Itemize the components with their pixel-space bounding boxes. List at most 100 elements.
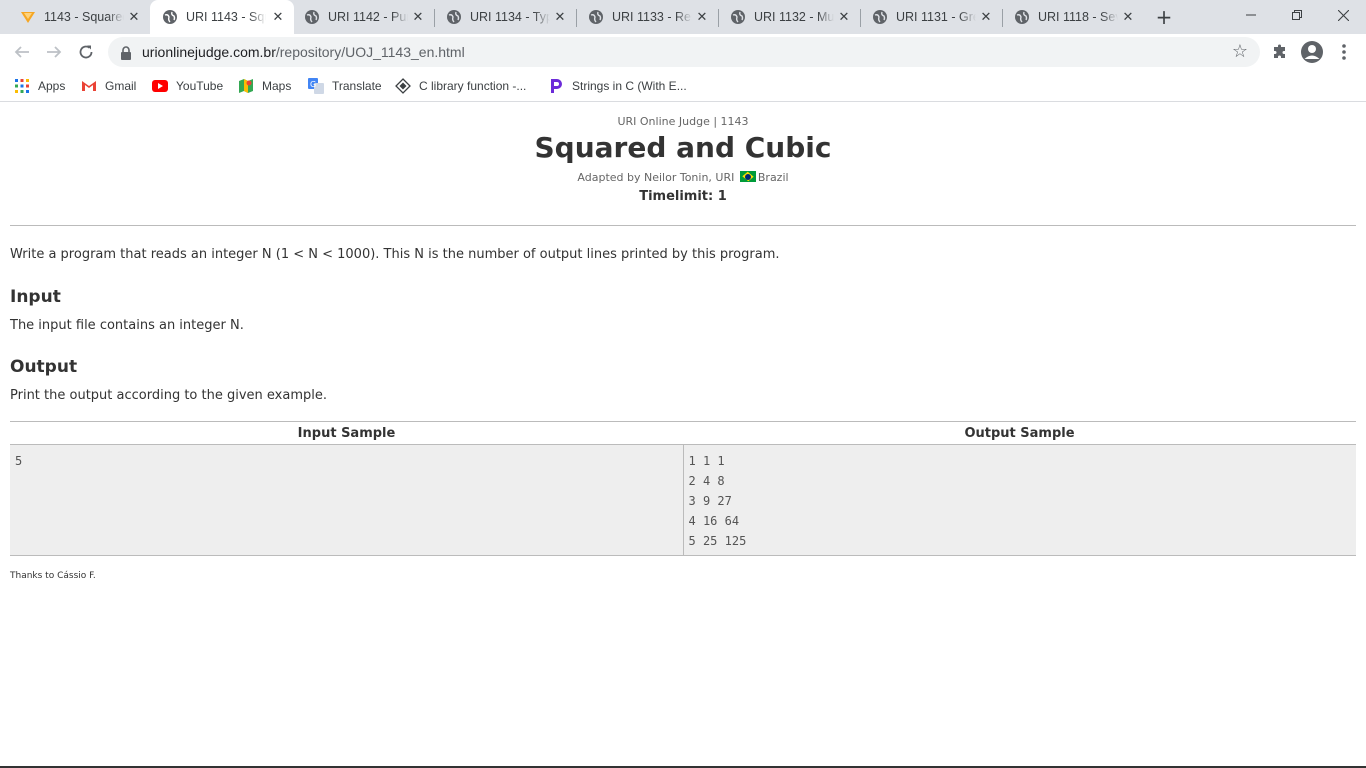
sample-table: Input Sample Output Sample 5 1 1 1 2 4 8… — [10, 421, 1356, 556]
tab-uri-1131[interactable]: URI 1131 - Gre ✕ — [860, 0, 1002, 34]
tab-uri-1118[interactable]: URI 1118 - Sev ✕ — [1002, 0, 1144, 34]
author-line: Adapted by Neilor Tonin, URI Brazil — [0, 171, 1366, 184]
arrow-left-icon — [14, 46, 29, 58]
globe-icon — [872, 9, 888, 25]
more-vert-icon — [1342, 44, 1346, 60]
tab-uri-1134[interactable]: URI 1134 - Typ ✕ — [434, 0, 576, 34]
tab-title: URI 1131 - Gre — [896, 10, 976, 24]
translate-icon: G — [308, 78, 324, 94]
bookmark-gmail[interactable]: Gmail — [81, 76, 136, 96]
tab-title: URI 1132 - Mu — [754, 10, 834, 24]
bookmark-label: Translate — [332, 79, 382, 93]
url-host: urionlinejudge.com.br — [142, 44, 276, 60]
input-heading: Input — [10, 287, 61, 307]
tab-uri-1132[interactable]: URI 1132 - Mu ✕ — [718, 0, 860, 34]
breadcrumb: URI Online Judge | 1143 — [617, 115, 749, 128]
account-icon — [1301, 41, 1323, 63]
close-window-icon — [1337, 9, 1349, 21]
back-button[interactable] — [8, 38, 36, 66]
bookmark-label: Strings in C (With E... — [572, 79, 687, 93]
tab-title: URI 1133 - Res — [612, 10, 692, 24]
tab-uri-1143[interactable]: URI 1143 - Squ ✕ — [150, 0, 294, 34]
globe-icon — [588, 9, 604, 25]
url-text: urionlinejudge.com.br/repository/UOJ_114… — [142, 44, 465, 60]
close-icon[interactable]: ✕ — [694, 9, 710, 25]
bookmark-maps[interactable]: Maps — [238, 76, 291, 96]
arrow-right-icon — [47, 46, 62, 58]
output-sample-cell: 1 1 1 2 4 8 3 9 27 4 16 64 5 25 125 — [682, 445, 1357, 555]
extensions-button[interactable] — [1266, 38, 1294, 66]
input-description: The input file contains an integer N. — [10, 318, 244, 333]
tab-title: URI 1142 - Pur — [328, 10, 408, 24]
bookmark-strings-in-c[interactable]: Strings in C (With E... — [548, 76, 687, 96]
menu-button[interactable] — [1330, 38, 1358, 66]
globe-icon — [446, 9, 462, 25]
profile-button[interactable] — [1298, 38, 1326, 66]
page-title: Squared and Cubic — [534, 131, 832, 164]
input-sample-cell: 5 — [15, 454, 23, 468]
uri-logo-icon — [20, 9, 36, 25]
close-icon[interactable]: ✕ — [1120, 9, 1136, 25]
close-icon[interactable]: ✕ — [836, 9, 852, 25]
minimize-button[interactable] — [1228, 0, 1274, 30]
c-library-icon — [395, 78, 411, 94]
globe-icon — [1014, 9, 1030, 25]
globe-icon — [730, 9, 746, 25]
maps-icon — [238, 78, 254, 94]
restore-button[interactable] — [1274, 0, 1320, 30]
timelimit: Timelimit: 1 — [639, 189, 727, 204]
tab-title: URI 1143 - Squ — [186, 10, 266, 24]
bookmark-star-icon[interactable]: ☆ — [1232, 41, 1248, 62]
forward-button[interactable] — [40, 38, 68, 66]
bookmark-label: C library function -... — [419, 79, 527, 93]
sample-body-row: 5 1 1 1 2 4 8 3 9 27 4 16 64 5 25 125 — [10, 445, 1356, 555]
problem-description: Write a program that reads an integer N … — [10, 247, 780, 262]
url-path: /repository/UOJ_1143_en.html — [275, 44, 465, 60]
sample-header-row: Input Sample Output Sample — [10, 422, 1356, 445]
tab-strip: 1143 - Squared ✕ URI 1143 - Squ ✕ URI 11… — [0, 0, 1366, 34]
brazil-flag-icon — [739, 171, 756, 182]
new-tab-button[interactable]: + — [1152, 5, 1176, 29]
close-icon[interactable]: ✕ — [410, 9, 426, 25]
input-sample-header: Input Sample — [297, 426, 396, 441]
divider — [10, 225, 1356, 226]
gmail-icon — [81, 78, 97, 94]
globe-icon — [304, 9, 320, 25]
bookmark-label: YouTube — [176, 79, 224, 93]
lock-icon — [120, 45, 132, 60]
address-bar[interactable]: urionlinejudge.com.br/repository/UOJ_114… — [108, 37, 1260, 67]
close-icon[interactable]: ✕ — [270, 9, 286, 25]
svg-text:G: G — [310, 80, 316, 89]
tab-title: 1143 - Squared — [44, 10, 124, 24]
bookmark-translate[interactable]: G Translate — [308, 76, 382, 96]
bookmarks-bar: Apps Gmail YouTube Maps G Translate C li… — [0, 70, 1366, 102]
youtube-icon — [152, 78, 168, 94]
tab-title: URI 1134 - Typ — [470, 10, 550, 24]
bookmark-label: Apps — [38, 79, 66, 93]
tab-uri-1142[interactable]: URI 1142 - Pur ✕ — [292, 0, 434, 34]
bookmark-c-library[interactable]: C library function -... — [395, 76, 526, 96]
close-icon[interactable]: ✕ — [126, 9, 142, 25]
close-window-button[interactable] — [1320, 0, 1366, 30]
reload-button[interactable] — [72, 38, 100, 66]
reload-icon — [79, 45, 93, 59]
page-content: URI Online Judge | 1143 Squared and Cubi… — [0, 103, 1366, 766]
author-name: Adapted by Neilor Tonin, URI — [577, 171, 735, 184]
bookmark-label: Gmail — [105, 79, 137, 93]
close-icon[interactable]: ✕ — [552, 9, 568, 25]
globe-icon — [162, 9, 178, 25]
author-country: Brazil — [757, 171, 789, 184]
tab-title: URI 1118 - Sev — [1038, 10, 1118, 24]
thanks-note: Thanks to Cássio F. — [10, 571, 96, 581]
minimize-icon — [1246, 14, 1256, 16]
bookmark-youtube[interactable]: YouTube — [152, 76, 223, 96]
tab-uri-1133[interactable]: URI 1133 - Res ✕ — [576, 0, 718, 34]
output-heading: Output — [10, 357, 78, 377]
output-sample-header: Output Sample — [964, 426, 1075, 441]
tab-1143-squared[interactable]: 1143 - Squared ✕ — [8, 0, 150, 34]
programiz-icon — [548, 78, 564, 94]
browser-toolbar: urionlinejudge.com.br/repository/UOJ_114… — [0, 34, 1366, 70]
close-icon[interactable]: ✕ — [978, 9, 994, 25]
output-description: Print the output according to the given … — [10, 388, 327, 403]
bookmark-apps[interactable]: Apps — [14, 76, 65, 96]
